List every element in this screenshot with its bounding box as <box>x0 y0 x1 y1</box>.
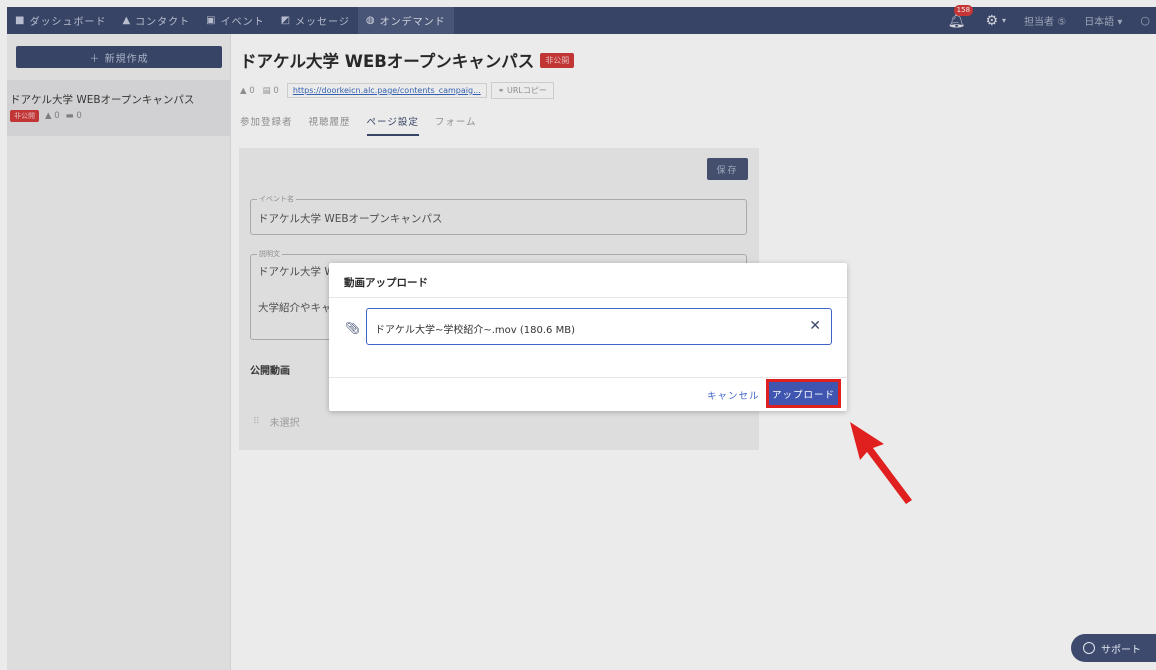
annotation-arrow-icon <box>850 422 912 504</box>
dialog-divider-bottom <box>329 377 847 378</box>
cancel-button[interactable]: キャンセル <box>707 388 760 402</box>
close-icon[interactable]: ✕ <box>809 318 821 334</box>
upload-button[interactable]: アップロード <box>766 379 841 408</box>
support-label: サポート <box>1101 644 1141 656</box>
video-upload-dialog: 動画アップロード 📎︎ ドアケル大学~学校紹介~.mov (180.6 MB) … <box>329 263 847 411</box>
support-button[interactable]: サポート <box>1071 634 1156 662</box>
paperclip-icon: 📎︎ <box>345 321 361 335</box>
file-input-value: ドアケル大学~学校紹介~.mov (180.6 MB) <box>375 325 575 336</box>
chat-bubble-icon <box>1083 642 1095 654</box>
dialog-title: 動画アップロード <box>344 277 428 289</box>
file-input[interactable]: ドアケル大学~学校紹介~.mov (180.6 MB) ✕ <box>366 308 832 345</box>
dialog-divider-top <box>329 297 847 298</box>
